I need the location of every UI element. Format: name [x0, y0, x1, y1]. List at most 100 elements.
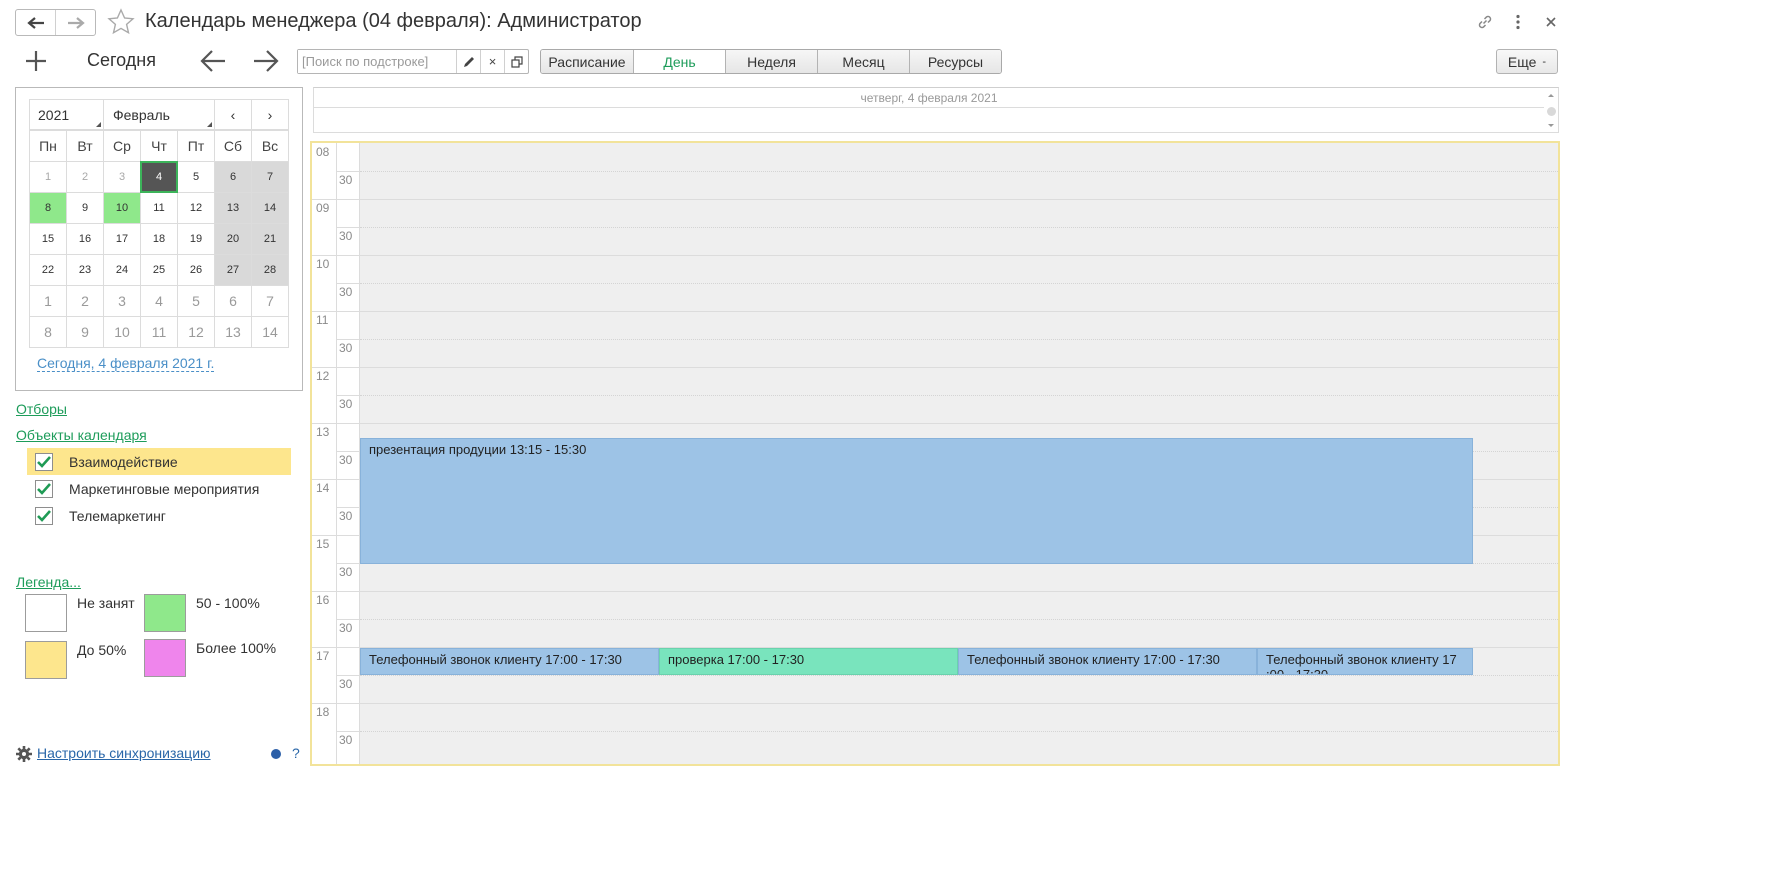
search-copy-button[interactable]	[504, 50, 528, 73]
calendar-day-next-month[interactable]: 10	[103, 316, 141, 348]
month-select[interactable]: Февраль	[104, 99, 215, 130]
event-presentation[interactable]: презентация продуции 13:15 - 15:30	[360, 438, 1473, 564]
view-day[interactable]: День	[633, 50, 725, 73]
year-value: 2021	[38, 106, 70, 123]
calendar-day[interactable]: 9	[66, 192, 104, 224]
sync-settings-link[interactable]: Настроить синхронизацию	[37, 745, 211, 761]
calendar-day[interactable]: 18	[140, 223, 178, 255]
today-button[interactable]: Сегодня	[87, 50, 156, 71]
more-vertical-button[interactable]	[1506, 10, 1530, 34]
calendar-objects-link[interactable]: Объекты календаря	[16, 427, 147, 443]
calendar-day-weekend[interactable]: 27	[214, 254, 252, 286]
event-check[interactable]: проверка 17:00 - 17:30	[659, 648, 958, 675]
half-hour-divider	[337, 451, 359, 452]
calendar-day[interactable]: 5	[177, 161, 215, 193]
hour-label: 15	[316, 537, 330, 551]
calendar-day-weekend[interactable]: 14	[251, 192, 289, 224]
calendar-day-next-month[interactable]: 6	[214, 285, 252, 317]
forward-button[interactable]	[55, 10, 95, 35]
calendar-object-row[interactable]: Телемаркетинг	[27, 502, 291, 529]
calendar-day[interactable]: 11	[140, 192, 178, 224]
header-scrollbar[interactable]	[1544, 88, 1558, 132]
view-week[interactable]: Неделя	[725, 50, 817, 73]
favorite-button[interactable]	[106, 7, 136, 37]
calendar-day-next-month[interactable]: 2	[66, 285, 104, 317]
back-button[interactable]	[16, 10, 55, 35]
view-resources[interactable]: Ресурсы	[909, 50, 1001, 73]
calendar-day[interactable]: 15	[29, 223, 67, 255]
half-hour-divider	[337, 619, 359, 620]
link-button[interactable]	[1473, 10, 1497, 34]
close-button[interactable]	[1539, 10, 1563, 34]
hour-label: 09	[316, 201, 330, 215]
filters-link[interactable]: Отборы	[16, 401, 67, 417]
calendar-day-busy[interactable]: 8	[29, 192, 67, 224]
event-phone-call[interactable]: Телефонный звонок клиенту 17:00 - 17:30	[360, 648, 659, 675]
calendar-day-weekend[interactable]: 28	[251, 254, 289, 286]
calendar-day[interactable]: 26	[177, 254, 215, 286]
calendar-day-next-month[interactable]: 7	[251, 285, 289, 317]
half-hour-label: 30	[339, 397, 353, 411]
hour-divider	[312, 591, 336, 592]
calendar-day-selected[interactable]: 4	[140, 161, 178, 193]
search-input[interactable]	[298, 50, 456, 73]
event-phone-call[interactable]: Телефонный звонок клиенту 17:00 - 17:30	[958, 648, 1257, 675]
calendar-day[interactable]: 19	[177, 223, 215, 255]
hour-divider	[337, 479, 359, 480]
hour-divider	[360, 311, 1558, 312]
calendar-day-next-month[interactable]: 1	[29, 285, 67, 317]
add-button[interactable]	[22, 47, 50, 75]
scroll-up-icon	[1548, 94, 1554, 97]
calendar-day[interactable]: 3	[103, 161, 141, 193]
calendar-day-weekend[interactable]: 7	[251, 161, 289, 193]
next-month-button[interactable]: ›	[252, 99, 289, 130]
calendar-day[interactable]: 17	[103, 223, 141, 255]
view-month[interactable]: Месяц	[817, 50, 909, 73]
calendar-day-next-month[interactable]: 14	[251, 316, 289, 348]
calendar-day[interactable]: 25	[140, 254, 178, 286]
calendar-day-weekend[interactable]: 13	[214, 192, 252, 224]
view-schedule[interactable]: Расписание	[541, 50, 633, 73]
search-clear-button[interactable]: ×	[480, 50, 504, 73]
time-slot-area[interactable]: презентация продуции 13:15 - 15:30 Телеф…	[360, 143, 1558, 764]
object-checkbox[interactable]	[35, 452, 53, 471]
calendar-day-next-month[interactable]: 3	[103, 285, 141, 317]
event-phone-call[interactable]: Телефонный звонок клиенту 17 :00 - 17:30	[1257, 648, 1473, 675]
calendar-day-weekend[interactable]: 21	[251, 223, 289, 255]
more-menu-button[interactable]: Еще -	[1496, 49, 1558, 74]
calendar-day-next-month[interactable]: 12	[177, 316, 215, 348]
more-vertical-icon	[1516, 14, 1520, 30]
object-checkbox[interactable]	[35, 479, 53, 498]
calendar-day-next-month[interactable]: 13	[214, 316, 252, 348]
sync-settings-button[interactable]	[15, 745, 33, 763]
calendar-day-weekend[interactable]: 6	[214, 161, 252, 193]
calendar-day[interactable]: 2	[66, 161, 104, 193]
calendar-day[interactable]: 16	[66, 223, 104, 255]
calendar-day[interactable]: 12	[177, 192, 215, 224]
year-select[interactable]: 2021	[29, 99, 104, 130]
history-nav	[15, 9, 96, 36]
calendar-day-busy[interactable]: 10	[103, 192, 141, 224]
calendar-object-row[interactable]: Взаимодействие	[27, 448, 291, 475]
calendar-day-next-month[interactable]: 8	[29, 316, 67, 348]
hour-divider	[312, 255, 336, 256]
calendar-day[interactable]: 24	[103, 254, 141, 286]
calendar-day-next-month[interactable]: 5	[177, 285, 215, 317]
previous-period-button[interactable]	[198, 47, 228, 75]
calendar-day[interactable]: 22	[29, 254, 67, 286]
calendar-object-row[interactable]: Маркетинговые мероприятия	[27, 475, 291, 502]
calendar-day[interactable]: 23	[66, 254, 104, 286]
calendar-day-next-month[interactable]: 4	[140, 285, 178, 317]
calendar-day-next-month[interactable]: 11	[140, 316, 178, 348]
calendar-day-weekend[interactable]: 20	[214, 223, 252, 255]
today-date-link[interactable]: Сегодня, 4 февраля 2021 г.	[37, 355, 215, 372]
prev-month-button[interactable]: ‹	[215, 99, 252, 130]
scroll-thumb[interactable]	[1547, 107, 1556, 116]
search-edit-button[interactable]	[456, 50, 480, 73]
object-checkbox[interactable]	[35, 506, 53, 525]
calendar-day[interactable]: 1	[29, 161, 67, 193]
help-button[interactable]: ?	[292, 745, 300, 761]
legend-link[interactable]: Легенда...	[16, 574, 81, 590]
calendar-day-next-month[interactable]: 9	[66, 316, 104, 348]
next-period-button[interactable]	[251, 47, 281, 75]
